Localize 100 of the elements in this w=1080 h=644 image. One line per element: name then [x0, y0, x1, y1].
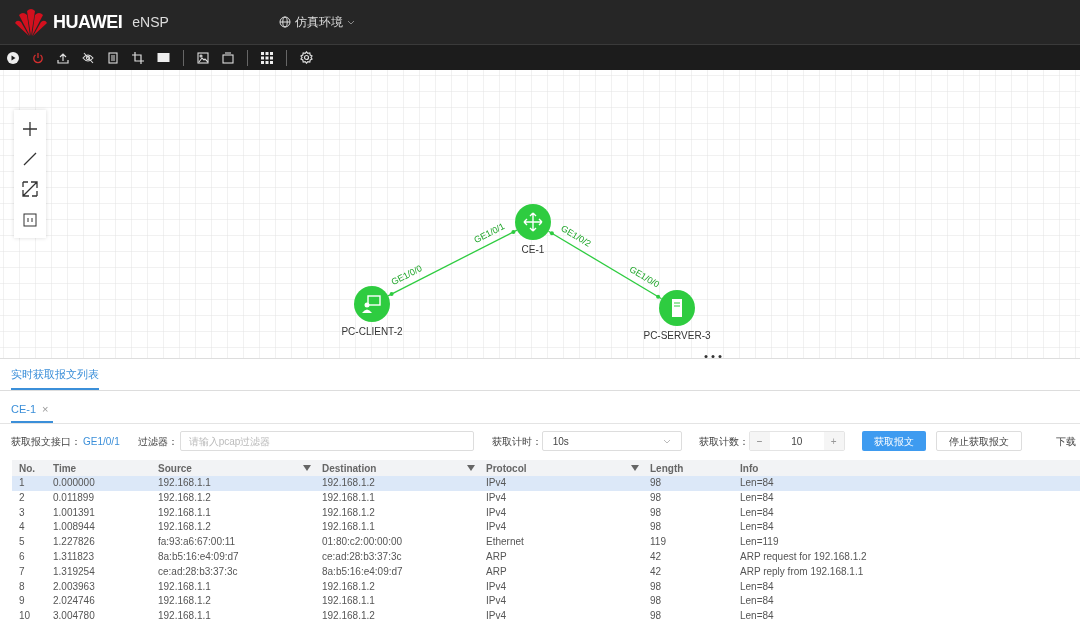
table-row[interactable]: 1 0.000000 192.168.1.1 192.168.1.2 IPv4 98 Len=84	[12, 476, 1080, 491]
table-cell-text: ARP	[485, 564, 508, 579]
table-cell-text: 8a:b5:16:e4:09:d7	[157, 550, 240, 564]
column-header[interactable]: Source	[151, 460, 315, 476]
window-icon[interactable]	[222, 51, 234, 64]
table-cell-text: 98	[649, 579, 663, 594]
column-header[interactable]: Protocol	[479, 460, 643, 476]
grid-icon[interactable]	[261, 51, 273, 64]
table-cell-text: IPv4	[485, 490, 507, 505]
table-cell-text: 42	[649, 550, 663, 564]
download-button[interactable]: 下载	[1053, 431, 1078, 451]
table-cell-text: Len=84	[739, 490, 775, 505]
filter-caret-icon[interactable]	[467, 465, 475, 471]
table-cell-text: Len=84	[739, 476, 775, 490]
table-cell-text: 8a:b5:16:e4:09:d7	[321, 564, 404, 579]
settings-icon[interactable]	[300, 51, 313, 64]
expand-icon[interactable]	[21, 180, 39, 199]
fit-icon[interactable]	[23, 212, 37, 227]
table-cell-text: 7	[18, 564, 26, 579]
table-cell-text: 1.001391	[52, 505, 96, 520]
stop-button[interactable]: 停止获取报文	[935, 431, 1022, 451]
panel-tab[interactable]: 实时获取报文列表	[11, 360, 99, 390]
eye-off-icon[interactable]	[82, 51, 94, 64]
table-cell-text: 4	[18, 520, 26, 535]
screen-icon[interactable]	[157, 52, 170, 63]
device-tab[interactable]: CE-1 ×	[11, 397, 53, 423]
table-cell-text: 119	[649, 535, 667, 550]
filter-caret-icon[interactable]	[303, 465, 311, 471]
play-icon[interactable]	[7, 51, 19, 64]
table-cell-text: ARP reply from 192.168.1.1	[739, 564, 865, 579]
table-cell-text: 9	[18, 594, 26, 609]
switch-icon[interactable]	[515, 204, 551, 240]
table-cell-text: 192.168.1.1	[157, 505, 212, 520]
image-icon[interactable]	[197, 51, 209, 64]
table-cell-text: 192.168.1.2	[321, 609, 376, 624]
table-cell-text: 2	[18, 490, 26, 505]
chevron-down-icon	[662, 438, 671, 444]
table-cell-text: 192.168.1.2	[157, 594, 212, 609]
crop-icon[interactable]	[132, 51, 144, 64]
logo-icon	[15, 7, 47, 37]
table-cell-text: 2.024746	[52, 594, 96, 609]
table-cell-text: 192.168.1.2	[157, 520, 212, 535]
table-cell-text: 192.168.1.1	[157, 476, 212, 490]
table-cell-text: 01:80:c2:00:00:00	[321, 535, 404, 550]
table-cell-text: ce:ad:28:b3:37:3c	[157, 564, 239, 579]
table-cell-text: 192.168.1.1	[321, 520, 376, 535]
table-cell-text: 98	[649, 520, 663, 535]
table-cell-text: 98	[649, 594, 663, 609]
table-cell-text: 192.168.1.1	[157, 579, 212, 594]
table-cell-text: Len=84	[739, 520, 775, 535]
power-icon[interactable]	[32, 51, 44, 64]
column-header[interactable]: No.	[12, 460, 46, 476]
table-cell-text: IPv4	[485, 476, 507, 490]
timer-select[interactable]: 10s	[541, 431, 682, 451]
table-cell-text: 1	[18, 476, 26, 490]
column-header[interactable]: Info	[733, 460, 1080, 476]
filter-label: 过滤器：	[137, 434, 178, 449]
table-cell-text: fa:93:a6:67:00:11	[157, 535, 237, 550]
table-cell-text: Len=84	[739, 609, 775, 624]
column-header[interactable]: Length	[643, 460, 733, 476]
chevron-down-icon	[346, 19, 355, 25]
table-cell-text: IPv4	[485, 609, 507, 624]
node-label: CE-1	[521, 244, 545, 255]
table-cell-text: 2.003963	[52, 579, 96, 594]
table-cell-text: 192.168.1.1	[321, 594, 376, 609]
table-cell-text: 10	[18, 609, 32, 624]
count-value[interactable]: 10	[769, 432, 824, 450]
upload-icon[interactable]	[57, 51, 69, 64]
plus-icon[interactable]	[22, 121, 38, 138]
filter-caret-icon[interactable]	[631, 465, 639, 471]
table-cell-text: 3.004780	[52, 609, 96, 624]
table-cell-text: ARP	[485, 550, 508, 564]
line-icon[interactable]	[23, 151, 37, 166]
table-cell-text: ce:ad:28:b3:37:3c	[321, 550, 403, 564]
document-icon[interactable]	[107, 51, 119, 64]
table-cell-text: IPv4	[485, 520, 507, 535]
table-cell-text: 98	[649, 476, 663, 490]
decrement-button[interactable]: −	[749, 432, 770, 450]
table-cell-text: Len=84	[739, 579, 775, 594]
table-cell-text: 192.168.1.1	[321, 490, 376, 505]
table-cell-text: Ethernet	[485, 535, 525, 550]
table-cell-text: ARP request for 192.168.1.2	[739, 550, 868, 564]
table-cell-text: 1.311823	[52, 550, 95, 564]
table-cell-text: 5	[18, 535, 26, 550]
globe-icon	[278, 16, 291, 28]
environment-dropdown[interactable]: 仿真环境	[278, 13, 355, 31]
table-cell-text: 3	[18, 505, 26, 520]
table-cell-text: IPv4	[485, 579, 507, 594]
interface-value: GE1/0/1	[83, 434, 120, 449]
table-cell-text: 98	[649, 505, 663, 520]
node-label: PC-CLIENT-2	[341, 326, 403, 337]
column-header[interactable]: Destination	[315, 460, 479, 476]
table-cell-text: IPv4	[485, 594, 507, 609]
column-header[interactable]: Time	[46, 460, 151, 476]
table-cell-text: 6	[18, 550, 26, 564]
table-cell-text: 192.168.1.2	[157, 490, 212, 505]
table-cell-text: Len=119	[739, 535, 780, 550]
table-cell-text: 42	[649, 564, 663, 579]
table-cell-text: 1.008944	[52, 520, 96, 535]
drag-handle[interactable]	[704, 355, 722, 358]
